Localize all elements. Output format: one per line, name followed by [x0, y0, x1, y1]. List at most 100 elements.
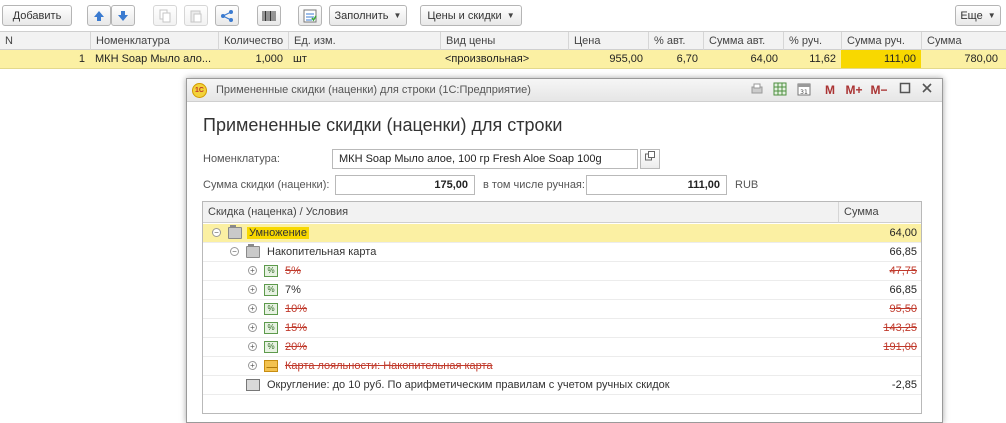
- tree-row[interactable]: Округление: до 10 руб. По арифметическим…: [203, 376, 921, 395]
- cell-manual-sum[interactable]: 111,00: [841, 50, 921, 68]
- discounts-tree[interactable]: Скидка (наценка) / Условия Сумма − Умнож…: [202, 201, 922, 414]
- expand-icon[interactable]: +: [248, 304, 257, 313]
- open-button[interactable]: [640, 149, 660, 169]
- calendar-icon: 31: [797, 83, 811, 96]
- col-price-type[interactable]: Вид цены: [440, 32, 568, 50]
- close-icon: [922, 83, 932, 93]
- memory-minus-button[interactable]: M−: [868, 82, 890, 99]
- move-down-button[interactable]: [111, 5, 135, 26]
- memory-m-button[interactable]: M: [823, 82, 837, 99]
- tree-row-sum: 66,85: [889, 284, 917, 296]
- tree-row-text: Умножение: [247, 224, 309, 242]
- manual-sum-field[interactable]: 111,00: [586, 175, 727, 195]
- svg-text:31: 31: [800, 89, 808, 96]
- expand-icon[interactable]: +: [248, 266, 257, 275]
- col-price[interactable]: Цена: [568, 32, 648, 50]
- expand-icon[interactable]: +: [248, 323, 257, 332]
- cell-auto-pct[interactable]: 6,70: [648, 50, 703, 68]
- more-button[interactable]: Еще ▼: [955, 5, 1001, 26]
- print-icon: [751, 83, 763, 94]
- tree-row-sum: 64,00: [889, 227, 917, 239]
- col-auto-sum[interactable]: Сумма авт.: [703, 32, 783, 50]
- maximize-button[interactable]: [897, 82, 913, 99]
- discount-sum-label: Сумма скидки (наценки):: [203, 179, 330, 191]
- list-check-icon: [303, 9, 317, 22]
- toolbar: Добавить Заполнить ▼ Цены и скидки ▼ Еще…: [0, 0, 1006, 32]
- cell-sum[interactable]: 780,00: [921, 50, 1003, 68]
- cell-n[interactable]: 1: [0, 50, 90, 68]
- tree-header-sum[interactable]: Сумма: [838, 202, 921, 223]
- manual-sum-label: в том числе ручная:: [483, 179, 585, 191]
- tree-row-label: 20%: [285, 341, 308, 353]
- cell-manual-pct[interactable]: 11,62: [783, 50, 841, 68]
- move-up-button[interactable]: [87, 5, 111, 26]
- memory-plus-button[interactable]: M+: [843, 82, 865, 99]
- cell-price-type[interactable]: <произвольная>: [440, 50, 568, 68]
- tree-row-label: 5%: [285, 265, 301, 277]
- cell-quantity[interactable]: 1,000: [218, 50, 288, 68]
- list-check-button[interactable]: [298, 5, 322, 26]
- calendar-button[interactable]: 31: [795, 82, 813, 99]
- tree-row-sum: 95,50: [889, 303, 917, 315]
- barcode-button[interactable]: [257, 5, 281, 26]
- col-n[interactable]: N: [0, 32, 90, 50]
- tree-row-sum: 143,25: [883, 322, 917, 334]
- cell-nomenclature[interactable]: МКН Soap Мыло ало...: [90, 50, 218, 68]
- nomenclature-field[interactable]: МКН Soap Мыло алое, 100 гр Fresh Aloe So…: [332, 149, 638, 169]
- tree-row[interactable]: + % 20% 191,00: [203, 338, 921, 357]
- col-manual-sum[interactable]: Сумма руч.: [841, 32, 921, 50]
- grid-header: N Номенклатура Количество Ед. изм. Вид ц…: [0, 31, 1006, 50]
- currency-label: RUB: [735, 179, 759, 191]
- share-icon: [221, 9, 233, 22]
- cell-auto-sum[interactable]: 64,00: [703, 50, 783, 68]
- arrow-down-icon: [118, 10, 128, 21]
- fill-button[interactable]: Заполнить ▼: [329, 5, 407, 26]
- col-auto-pct[interactable]: % авт.: [648, 32, 703, 50]
- tree-row[interactable]: + % 15% 143,25: [203, 319, 921, 338]
- cell-unit[interactable]: шт: [288, 50, 440, 68]
- col-sum[interactable]: Сумма: [921, 32, 1006, 50]
- open-link-icon: [645, 151, 655, 161]
- arrow-up-icon: [94, 10, 104, 21]
- tree-row-label: 7%: [285, 284, 301, 296]
- tree-row-sum: 191,00: [883, 341, 917, 353]
- print-button[interactable]: [748, 82, 766, 99]
- expand-icon[interactable]: +: [248, 361, 257, 370]
- collapse-icon[interactable]: −: [230, 247, 239, 256]
- cell-price[interactable]: 955,00: [568, 50, 648, 68]
- collapse-icon[interactable]: −: [212, 228, 221, 237]
- share-button[interactable]: [215, 5, 239, 26]
- barcode-icon: [262, 10, 276, 21]
- col-nomenclature[interactable]: Номенклатура: [90, 32, 218, 50]
- expand-icon[interactable]: +: [248, 342, 257, 351]
- expand-icon[interactable]: +: [248, 285, 257, 294]
- caret-down-icon: ▼: [506, 11, 515, 20]
- tree-row[interactable]: − Умножение 64,00: [203, 224, 921, 243]
- col-quantity[interactable]: Количество: [218, 32, 288, 50]
- tree-row[interactable]: + Карта лояльности: Накопительная карта: [203, 357, 921, 376]
- copy-button[interactable]: [153, 5, 177, 26]
- dialog-heading: Примененные скидки (наценки) для строки: [203, 115, 563, 135]
- nomenclature-label: Номенклатура:: [203, 153, 280, 165]
- col-unit[interactable]: Ед. изм.: [288, 32, 440, 50]
- spreadsheet-button[interactable]: [771, 82, 789, 99]
- tree-row[interactable]: + % 10% 95,50: [203, 300, 921, 319]
- col-manual-pct[interactable]: % руч.: [783, 32, 841, 50]
- more-button-label: Еще: [960, 9, 983, 22]
- tree-row[interactable]: + % 7% 66,85: [203, 281, 921, 300]
- add-button-label: Добавить: [12, 9, 62, 22]
- close-button[interactable]: [919, 82, 935, 99]
- add-button[interactable]: Добавить: [2, 5, 72, 26]
- tree-row-label: 10%: [285, 303, 308, 315]
- tree-row[interactable]: − Накопительная карта 66,85: [203, 243, 921, 262]
- tree-row[interactable]: + % 5% 47,75: [203, 262, 921, 281]
- fill-button-label: Заполнить: [334, 9, 389, 22]
- table-row[interactable]: 1 МКН Soap Мыло ало... 1,000 шт <произво…: [0, 50, 1006, 69]
- discounts-dialog: 1С Примененные скидки (наценки) для стро…: [186, 78, 943, 423]
- prices-discounts-button[interactable]: Цены и скидки ▼: [420, 5, 522, 26]
- discount-sum-field[interactable]: 175,00: [335, 175, 475, 195]
- tree-row-label: Карта лояльности: Накопительная карта: [285, 360, 493, 372]
- tree-header-name[interactable]: Скидка (наценка) / Условия: [203, 202, 838, 223]
- paste-button[interactable]: [184, 5, 208, 26]
- dialog-titlebar[interactable]: 1С Примененные скидки (наценки) для стро…: [187, 79, 942, 102]
